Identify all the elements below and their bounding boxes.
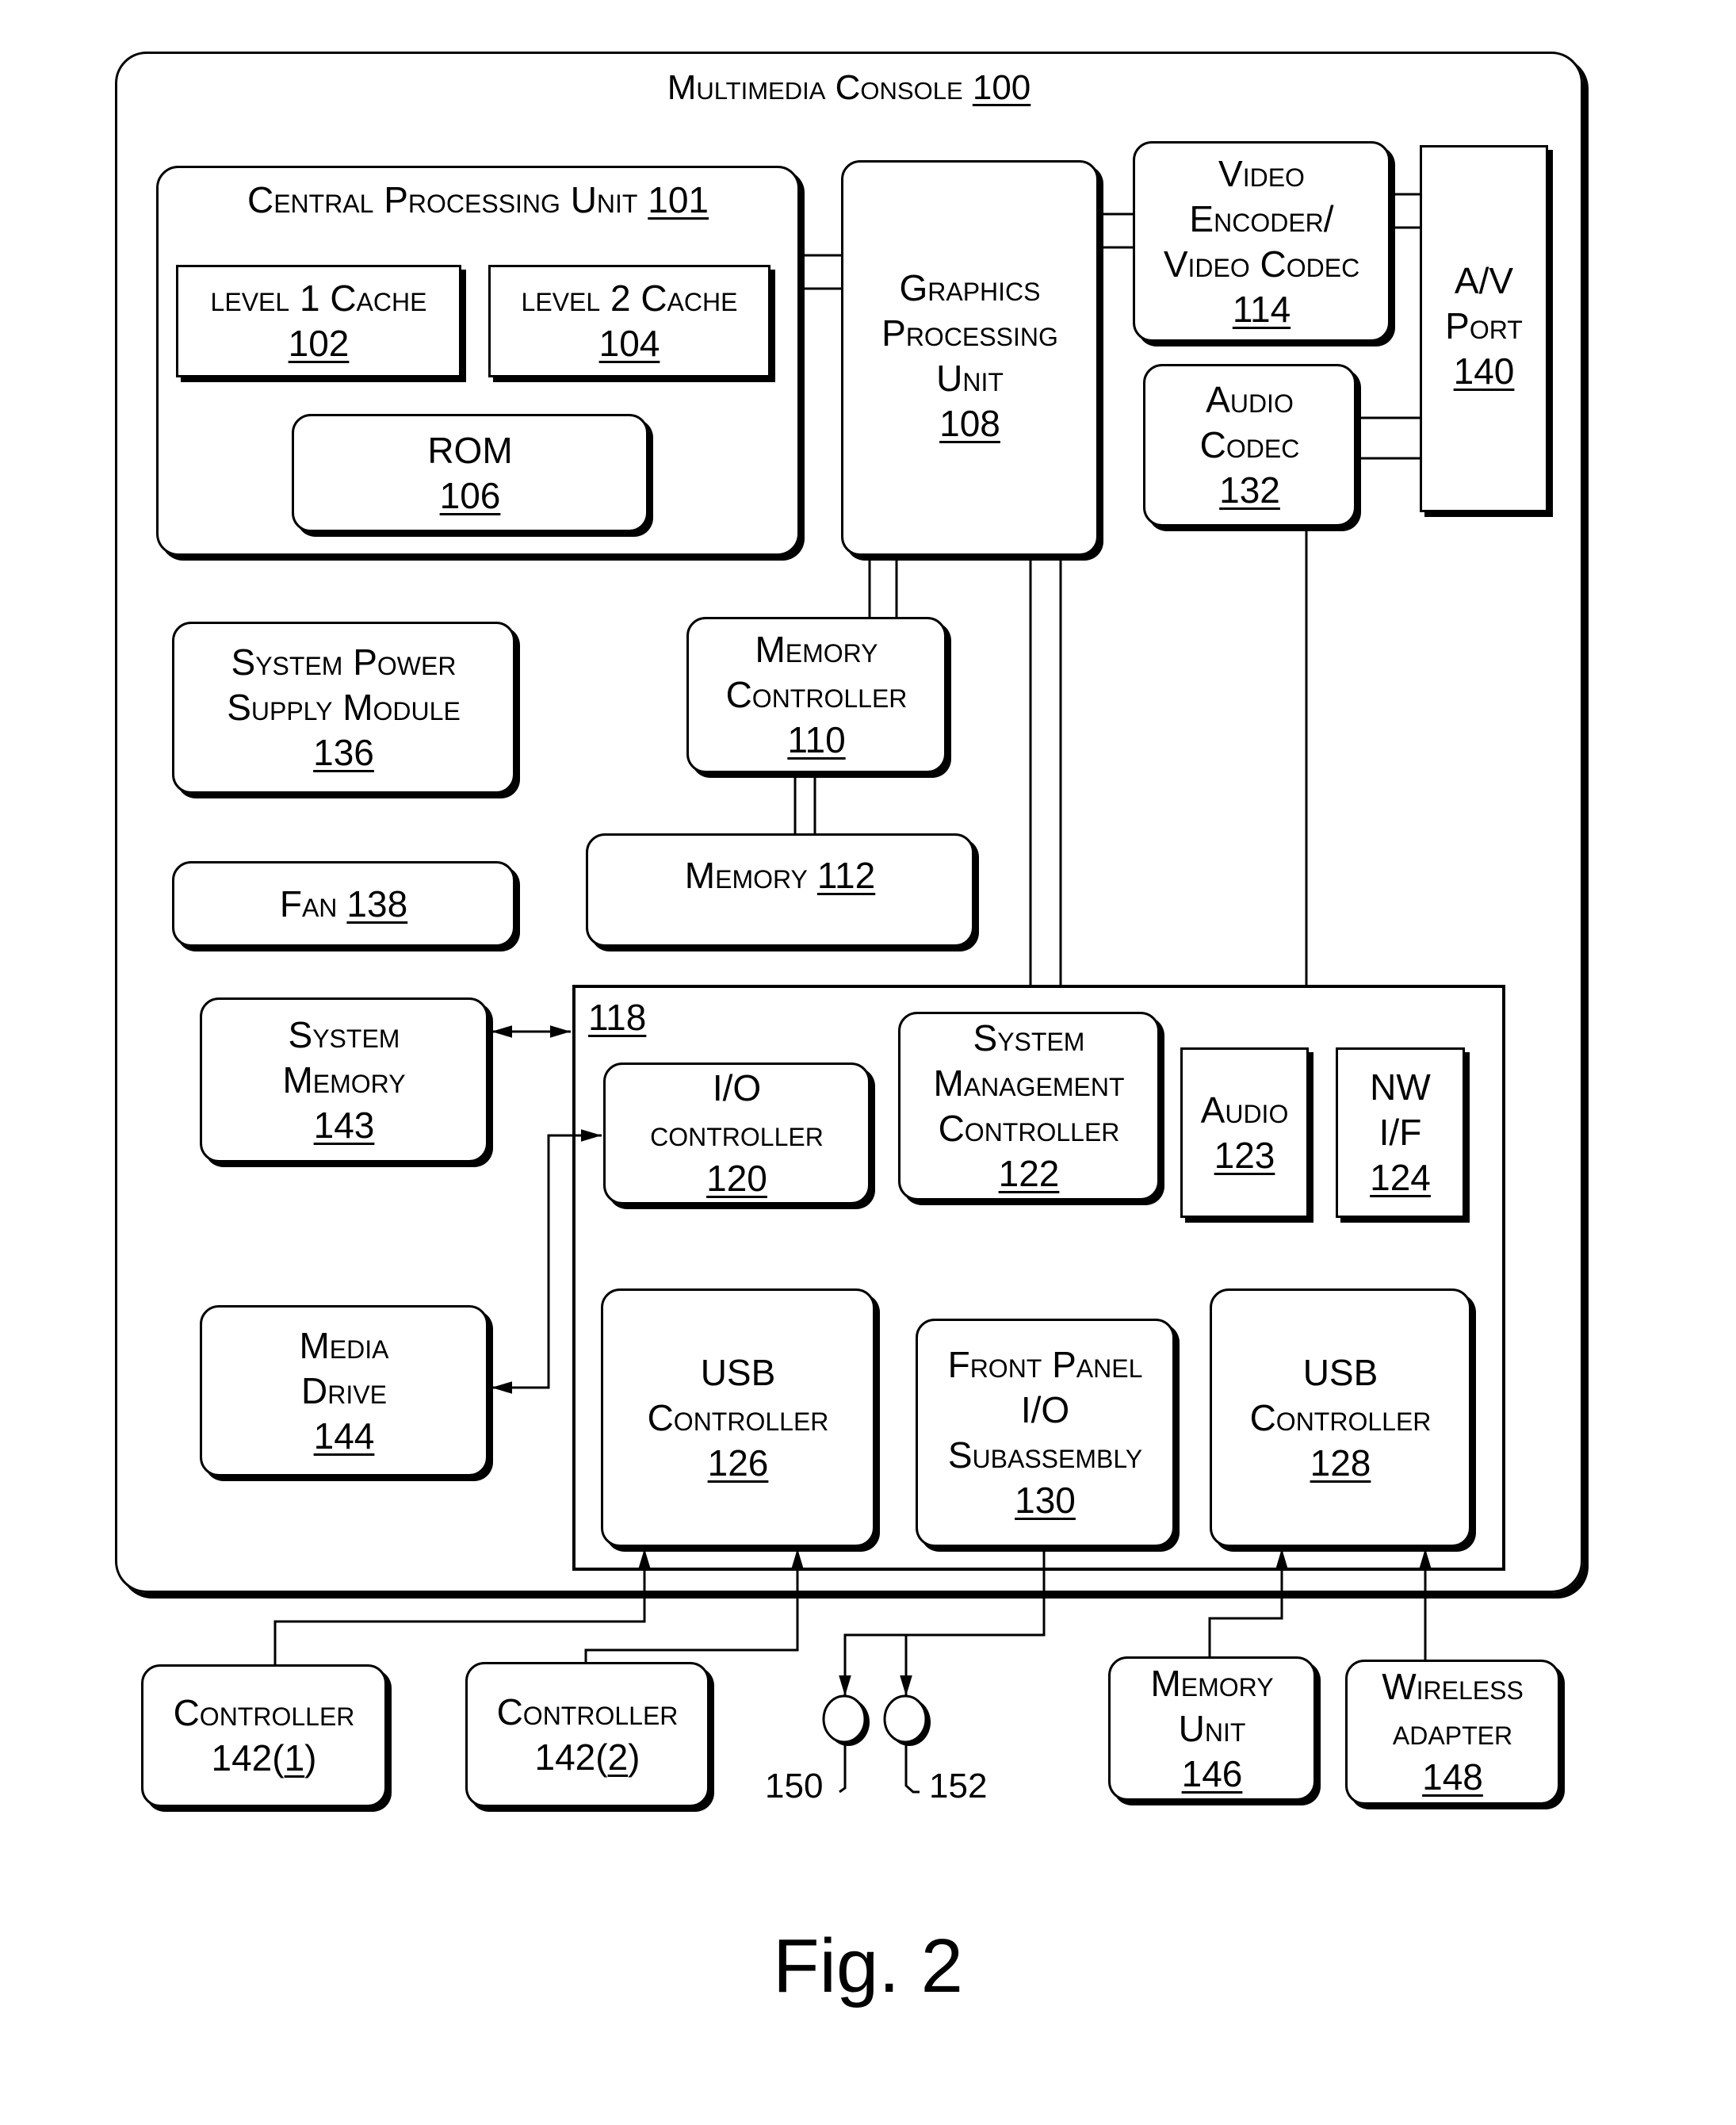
fan-block: Fan 138 (172, 861, 515, 947)
memory-controller-label: Memory Controller (725, 629, 908, 715)
indicator-152 (883, 1694, 927, 1744)
leader-152 (904, 1744, 920, 1794)
memory-controller-ref: 110 (787, 719, 846, 760)
l1-cache-block: level 1 Cache 102 (176, 265, 461, 377)
system-memory-ref: 143 (313, 1104, 375, 1146)
controller-2-block: Controller 142(2) (465, 1662, 709, 1807)
console-label: Multimedia Console (667, 68, 963, 107)
wireless-adapter-ref: 148 (1422, 1756, 1483, 1798)
nw-if-label: NW I/F (1370, 1066, 1431, 1153)
controller-2-ref-index: 2 (607, 1736, 629, 1778)
l2-cache-label: level 2 Cache (521, 278, 738, 319)
io-controller-label: I/O controller (650, 1067, 824, 1154)
gpu-ref: 108 (939, 403, 1000, 444)
controller-1-block: Controller 142(1) (141, 1664, 387, 1807)
wireless-adapter-label: Wireless adapter (1382, 1666, 1524, 1752)
power-supply-block: System Power Supply Module 136 (172, 622, 515, 794)
system-memory-label: System Memory (282, 1013, 406, 1101)
controller-2-label: Controller (496, 1690, 679, 1733)
av-port-ref: 140 (1453, 350, 1515, 392)
controller-1-ref-suffix: ) (304, 1737, 317, 1778)
memory-controller-block: Memory Controller 110 (686, 617, 946, 773)
av-port-label: A/V Port (1445, 260, 1523, 347)
audio-block: Audio 123 (1180, 1047, 1309, 1218)
memory-text: Memory 112 (685, 853, 875, 898)
memory-ref: 112 (816, 855, 876, 896)
system-memory-block: System Memory 143 (200, 997, 488, 1162)
rom-label: ROM (427, 429, 513, 471)
smc-ref: 122 (998, 1153, 1060, 1194)
media-drive-block: Media Drive 144 (200, 1305, 488, 1476)
front-panel-ref: 130 (1015, 1480, 1076, 1521)
nw-if-block: NW I/F 124 (1336, 1047, 1465, 1218)
fan-label: Fan (279, 883, 338, 925)
controller-1-ref-prefix: 142( (211, 1737, 285, 1778)
memory-unit-label: Memory Unit (1150, 1662, 1274, 1749)
rom-ref: 106 (439, 474, 501, 516)
video-encoder-block: Video Encoder/ Video Codec 114 (1133, 141, 1390, 342)
cpu-ref: 101 (648, 179, 709, 220)
wireless-adapter-block: Wireless adapter 148 (1345, 1660, 1560, 1805)
io-hub-ref: 118 (588, 997, 647, 1038)
indicator-150 (822, 1694, 866, 1744)
usb-controller-126-block: USB Controller 126 (601, 1288, 875, 1547)
front-panel-block: Front Panel I/O Subassembly 130 (916, 1319, 1175, 1547)
cpu-title: Central Processing Unit 101 (159, 178, 797, 223)
fan-ref: 138 (346, 883, 408, 925)
controller-1-ref: 142(1) (212, 1736, 317, 1781)
cpu-label: Central Processing Unit (247, 179, 638, 220)
media-drive-ref: 144 (313, 1415, 375, 1457)
media-drive-label: Media Drive (299, 1324, 389, 1411)
fan-text: Fan 138 (280, 882, 407, 927)
power-supply-label: System Power Supply Module (227, 641, 461, 728)
usb-controller-128-label: USB Controller (1249, 1351, 1432, 1438)
power-supply-ref: 136 (313, 732, 374, 773)
av-port-block: A/V Port 140 (1420, 145, 1548, 512)
console-title: Multimedia Console 100 (117, 65, 1581, 110)
controller-1-ref-index: 1 (284, 1737, 305, 1778)
usb-controller-128-block: USB Controller 128 (1210, 1288, 1471, 1547)
video-encoder-ref: 114 (1232, 288, 1291, 330)
leader-150 (839, 1744, 847, 1794)
memory-label: Memory (684, 855, 808, 896)
rom-block: ROM 106 (292, 414, 648, 532)
l2-cache-block: level 2 Cache 104 (488, 265, 770, 377)
audio-codec-label: Audio Codec (1199, 379, 1300, 465)
io-controller-block: I/O controller 120 (603, 1062, 870, 1204)
audio-codec-block: Audio Codec 132 (1143, 364, 1356, 526)
controller-2-ref-prefix: 142( (534, 1736, 608, 1778)
usb-controller-128-ref: 128 (1310, 1442, 1371, 1484)
system-management-controller-block: System Management Controller 122 (898, 1012, 1160, 1200)
indicator-150-label: 150 (765, 1767, 824, 1805)
front-panel-label: Front Panel I/O Subassembly (947, 1344, 1143, 1476)
controller-2-ref: 142(2) (535, 1735, 640, 1780)
memory-unit-ref: 146 (1181, 1752, 1243, 1794)
controller-1-label: Controller (173, 1692, 355, 1733)
l1-cache-label: level 1 Cache (210, 278, 427, 319)
gpu-block: Graphics Processing Unit 108 (841, 160, 1099, 556)
usb-controller-126-ref: 126 (707, 1442, 769, 1484)
indicator-152-label: 152 (929, 1767, 988, 1805)
io-controller-ref: 120 (706, 1158, 767, 1199)
controller-2-ref-suffix: ) (628, 1736, 640, 1778)
gpu-label: Graphics Processing Unit (881, 267, 1058, 399)
l1-cache-ref: 102 (288, 323, 350, 364)
memory-unit-block: Memory Unit 146 (1108, 1656, 1316, 1801)
l2-cache-ref: 104 (598, 323, 660, 364)
figure-caption: Fig. 2 (772, 1924, 964, 2008)
video-encoder-label: Video Encoder/ Video Codec (1163, 152, 1360, 285)
nw-if-ref: 124 (1370, 1157, 1431, 1198)
memory-block: Memory 112 (586, 833, 974, 947)
smc-label: System Management Controller (933, 1017, 1125, 1149)
audio-label: Audio (1200, 1089, 1289, 1131)
console-ref: 100 (972, 68, 1031, 107)
audio-ref: 123 (1214, 1134, 1275, 1176)
usb-controller-126-label: USB Controller (647, 1351, 829, 1438)
audio-codec-ref: 132 (1219, 469, 1280, 511)
